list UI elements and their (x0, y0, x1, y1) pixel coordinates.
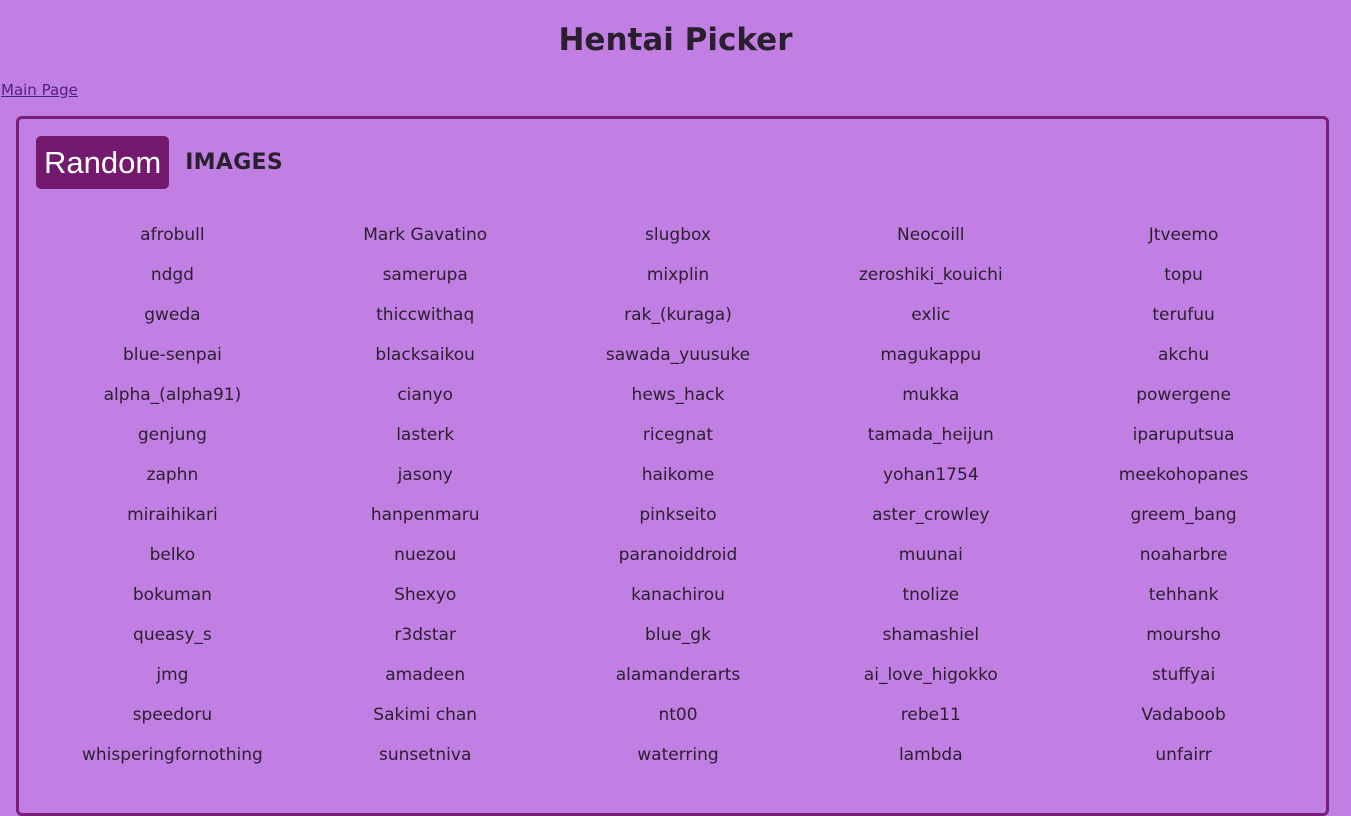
artist-link[interactable]: tehhank (1057, 575, 1310, 615)
artist-link[interactable]: Neocoill (804, 215, 1057, 255)
artist-link[interactable]: genjung (46, 415, 299, 455)
artist-link[interactable]: bokuman (46, 575, 299, 615)
artist-link[interactable]: belko (46, 535, 299, 575)
artist-link[interactable]: iparuputsua (1057, 415, 1310, 455)
artist-link[interactable]: Jtveemo (1057, 215, 1310, 255)
artist-link[interactable]: muunai (804, 535, 1057, 575)
artist-link[interactable]: speedoru (46, 695, 299, 735)
artist-link[interactable]: afrobull (46, 215, 299, 255)
artist-link[interactable]: alamanderarts (552, 655, 805, 695)
artist-link[interactable]: aster_crowley (804, 495, 1057, 535)
artist-link[interactable]: whisperingfornothing (46, 735, 299, 775)
artist-link[interactable]: nuezou (299, 535, 552, 575)
artist-link[interactable]: zeroshiki_kouichi (804, 255, 1057, 295)
artist-link[interactable]: exlic (804, 295, 1057, 335)
artist-link[interactable]: slugbox (552, 215, 805, 255)
artist-link[interactable]: topu (1057, 255, 1310, 295)
artist-link[interactable]: samerupa (299, 255, 552, 295)
artist-link[interactable]: pinkseito (552, 495, 805, 535)
artist-link[interactable]: tamada_heijun (804, 415, 1057, 455)
artist-link[interactable]: yohan1754 (804, 455, 1057, 495)
artist-link[interactable]: gweda (46, 295, 299, 335)
artist-link[interactable]: jmg (46, 655, 299, 695)
artist-link[interactable]: waterring (552, 735, 805, 775)
artist-grid: afrobull Mark Gavatino slugbox Neocoill Jtve… (46, 215, 1310, 775)
artist-link[interactable]: Mark Gavatino (299, 215, 552, 255)
artist-link[interactable]: ai_love_higokko (804, 655, 1057, 695)
artist-panel: Random IMAGES afrobull Mark Gavatino slugb… (16, 116, 1329, 816)
artist-link[interactable]: haikome (552, 455, 805, 495)
artist-link[interactable]: noaharbre (1057, 535, 1310, 575)
artist-link[interactable]: moursho (1057, 615, 1310, 655)
artist-link[interactable]: sunsetniva (299, 735, 552, 775)
artist-link[interactable]: r3dstar (299, 615, 552, 655)
panel-header: Random IMAGES (36, 136, 283, 189)
artist-link[interactable]: lasterk (299, 415, 552, 455)
main-page-link[interactable]: Main Page (1, 81, 78, 99)
artist-link[interactable]: ricegnat (552, 415, 805, 455)
artist-link[interactable]: mukka (804, 375, 1057, 415)
artist-link[interactable]: stuffyai (1057, 655, 1310, 695)
artist-link[interactable]: blue_gk (552, 615, 805, 655)
artist-link[interactable]: alpha_(alpha91) (46, 375, 299, 415)
artist-link[interactable]: terufuu (1057, 295, 1310, 335)
artist-link[interactable]: powergene (1057, 375, 1310, 415)
artist-link[interactable]: miraihikari (46, 495, 299, 535)
artist-link[interactable]: ndgd (46, 255, 299, 295)
artist-link[interactable]: sawada_yuusuke (552, 335, 805, 375)
artist-link[interactable]: kanachirou (552, 575, 805, 615)
artist-link[interactable]: magukappu (804, 335, 1057, 375)
artist-link[interactable]: hanpenmaru (299, 495, 552, 535)
artist-link[interactable]: lambda (804, 735, 1057, 775)
page-title: Hentai Picker (558, 22, 793, 58)
artist-link[interactable]: unfairr (1057, 735, 1310, 775)
artist-link[interactable]: shamashiel (804, 615, 1057, 655)
artist-link[interactable]: hews_hack (552, 375, 805, 415)
artist-link[interactable]: greem_bang (1057, 495, 1310, 535)
artist-link[interactable]: meekohopanes (1057, 455, 1310, 495)
artist-link[interactable]: blacksaikou (299, 335, 552, 375)
artist-link[interactable]: cianyo (299, 375, 552, 415)
artist-link[interactable]: akchu (1057, 335, 1310, 375)
artist-link[interactable]: Shexyo (299, 575, 552, 615)
random-button[interactable]: Random (36, 136, 170, 189)
artist-link[interactable]: nt00 (552, 695, 805, 735)
artist-link[interactable]: paranoiddroid (552, 535, 805, 575)
artist-link[interactable]: queasy_s (46, 615, 299, 655)
artist-link[interactable]: blue-senpai (46, 335, 299, 375)
artist-link[interactable]: Vadaboob (1057, 695, 1310, 735)
artist-link[interactable]: amadeen (299, 655, 552, 695)
artist-link[interactable]: zaphn (46, 455, 299, 495)
artist-link[interactable]: tnolize (804, 575, 1057, 615)
artist-link[interactable]: mixplin (552, 255, 805, 295)
artist-link[interactable]: rak_(kuraga) (552, 295, 805, 335)
artist-link[interactable]: Sakimi chan (299, 695, 552, 735)
artist-link[interactable]: jasony (299, 455, 552, 495)
images-heading: IMAGES (185, 150, 284, 175)
artist-link[interactable]: rebe11 (804, 695, 1057, 735)
artist-link[interactable]: thiccwithaq (299, 295, 552, 335)
